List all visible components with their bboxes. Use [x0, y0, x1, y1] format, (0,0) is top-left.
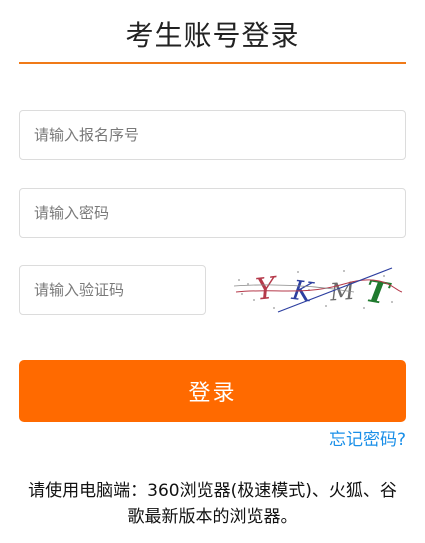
captcha-char: K [289, 275, 316, 309]
browser-notice: 请使用电脑端：360浏览器(极速模式)、火狐、谷歌最新版本的浏览器。 [28, 481, 397, 527]
enrollment-number-input[interactable] [19, 110, 406, 160]
page-title: 考生账号登录 [125, 19, 300, 52]
captcha-image[interactable]: Y K M T [234, 262, 404, 314]
password-input[interactable] [19, 188, 406, 238]
title-divider [19, 62, 406, 64]
login-button[interactable]: 登录 [19, 360, 406, 422]
forgot-password-link[interactable]: 忘记密码? [329, 425, 406, 450]
captcha-input[interactable] [19, 265, 206, 315]
captcha-char: Y [254, 271, 281, 308]
